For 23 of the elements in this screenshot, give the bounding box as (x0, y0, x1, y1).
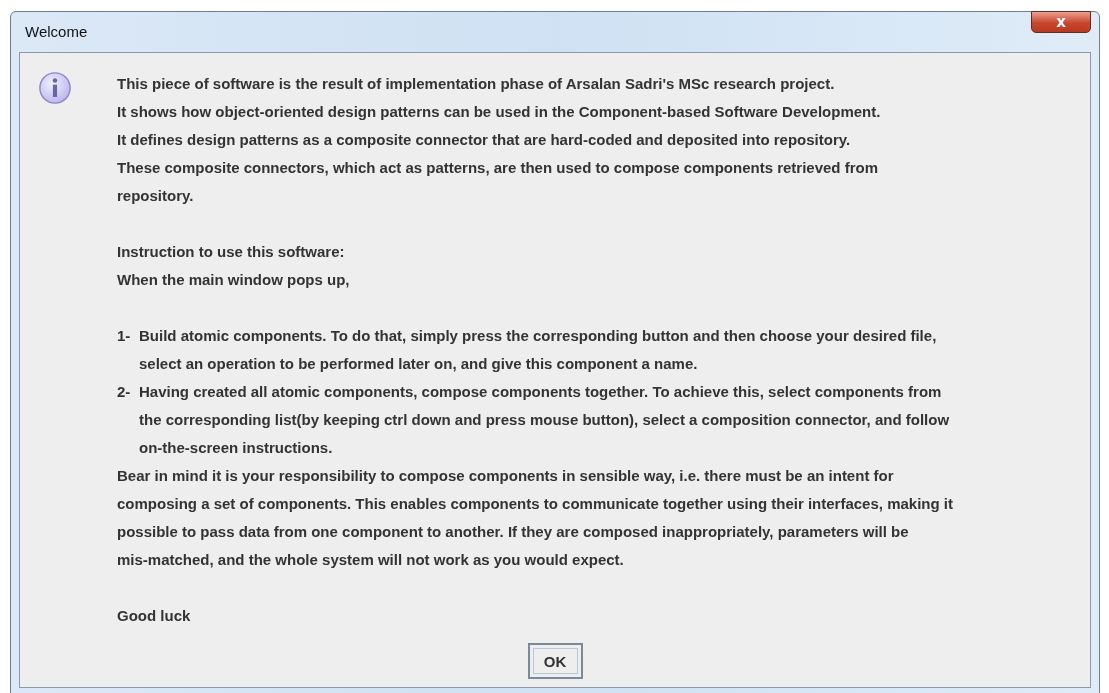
message-line: It shows how object-oriented design patterns can be used in the Component-based Software Development. (117, 102, 882, 122)
message-line: repository. (117, 186, 195, 206)
message-line: It defines design patterns as a composite connector that are hard-coded and deposited into repository. (117, 130, 852, 150)
message-line: the corresponding list(by keeping ctrl down and press mouse button), select a composition connector, and follow (139, 410, 950, 430)
window-title: Welcome (25, 23, 88, 40)
message-line: When the main window pops up, (117, 270, 351, 290)
message-line: These composite connectors, which act as patterns, are then used to compose components retrieved from (117, 158, 880, 178)
step-number: 1- (117, 326, 132, 346)
message-line: Good luck (117, 606, 192, 626)
message-line: select an operation to be performed later on, and give this component a name. (139, 354, 699, 374)
message-line: possible to pass data from one component to another. If they are composed inappropriately, parameters will be (117, 522, 910, 542)
info-icon (38, 71, 72, 105)
message-line: Having created all atomic components, compose components together. To achieve this, select components from (139, 382, 943, 402)
close-button[interactable]: x (1031, 11, 1091, 33)
message-line: Build atomic components. To do that, simply press the corresponding button and then choose your desired file, (139, 326, 937, 346)
message-line: on-the-screen instructions. (139, 438, 334, 458)
step-number: 2- (117, 382, 132, 402)
message-line: composing a set of components. This enables components to communicate together using their interfaces, making it (117, 494, 953, 514)
message-line: Bear in mind it is your responsibility to compose components in sensible way, i.e. there must be an intent for (117, 466, 895, 486)
ok-button[interactable]: OK (527, 643, 583, 679)
message-line: This piece of software is the result of implementation phase of Arsalan Sadri's MSc research project. (117, 74, 836, 94)
message-line: mis-matched, and the whole system will not work as you would expect. (117, 550, 625, 570)
message-line: Instruction to use this software: (117, 242, 346, 262)
